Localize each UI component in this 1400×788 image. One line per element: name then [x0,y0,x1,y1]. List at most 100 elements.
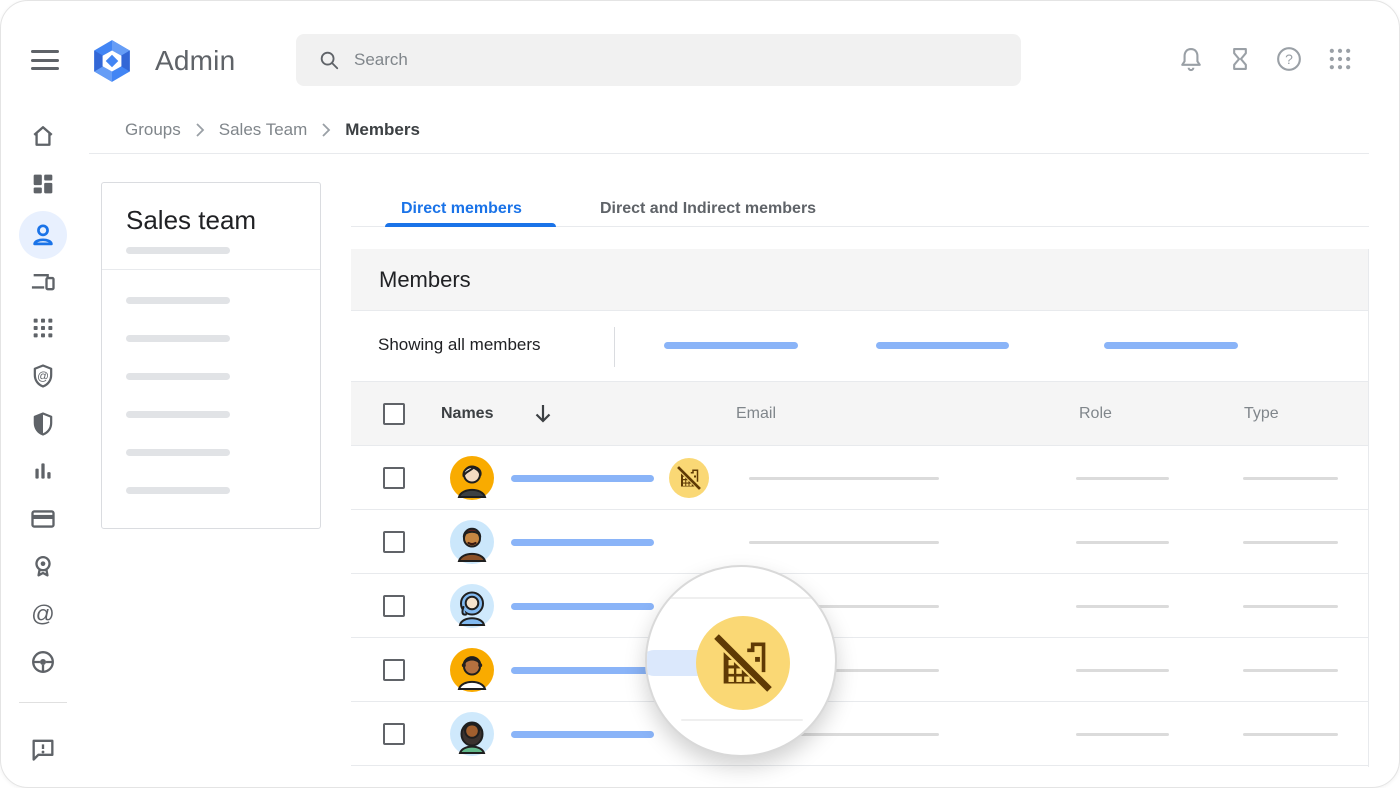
tab-direct-and-indirect-members[interactable]: Direct and Indirect members [584,191,832,227]
column-header-names[interactable]: Names [441,405,493,423]
search-placeholder: Search [354,50,408,70]
role-skeleton [1076,669,1169,672]
row-checkbox[interactable] [383,659,405,681]
name-skeleton [511,731,654,738]
type-skeleton [1243,733,1338,736]
sidebar-item-apps-icon[interactable] [29,314,57,342]
sidebar-item-badges-icon[interactable] [29,552,57,580]
search-icon [318,49,340,71]
showing-all-members-label: Showing all members [378,335,541,355]
apps-grid-icon[interactable] [1326,45,1354,73]
filter-chip-skeleton[interactable] [876,342,1009,349]
external-member-badge-magnified [696,616,790,710]
filter-chip-skeleton[interactable] [664,342,798,349]
notifications-bell-icon[interactable] [1177,45,1205,73]
email-skeleton [749,477,939,480]
breadcrumb-sales-team[interactable]: Sales Team [219,120,308,140]
column-header-email[interactable]: Email [736,405,776,423]
avatar-man-dark-hair [450,648,494,692]
select-all-checkbox[interactable] [383,403,405,425]
avatar-woman-dark-hair [450,712,494,756]
members-filter-row: Showing all members [351,311,1369,381]
divider [102,269,320,270]
sidebar-item-domains-icon[interactable]: @ [29,600,57,628]
breadcrumb: Groups Sales Team Members [125,117,420,143]
tab-direct-members[interactable]: Direct members [385,191,538,227]
sort-descending-icon[interactable] [531,401,555,427]
app-title: Admin [155,45,235,77]
skeleton-line [126,449,230,456]
members-section-header: Members [351,249,1369,311]
row-checkbox[interactable] [383,531,405,553]
type-skeleton [1243,541,1338,544]
help-icon[interactable]: ? [1275,45,1303,73]
menu-icon[interactable] [31,50,59,72]
email-skeleton [749,541,939,544]
name-skeleton [511,539,654,546]
skeleton-line [126,487,230,494]
type-skeleton [1243,477,1338,480]
row-checkbox[interactable] [383,723,405,745]
name-skeleton [511,667,654,674]
group-title: Sales team [126,205,256,236]
chevron-right-icon [195,122,205,138]
name-skeleton [511,603,654,610]
breadcrumb-members: Members [345,120,420,140]
skeleton-line [126,373,230,380]
sidebar-item-reporting-icon[interactable] [29,457,57,485]
table-header: Names Email Role Type [351,381,1369,446]
row-checkbox[interactable] [383,467,405,489]
svg-text:@: @ [37,370,49,383]
tab-label: Direct and Indirect members [600,200,816,218]
breadcrumb-groups[interactable]: Groups [125,120,181,140]
column-header-role[interactable]: Role [1079,405,1112,423]
sidebar-item-feedback-icon[interactable] [29,735,57,763]
magnified-row-border [665,597,817,599]
magnifier-lens [645,565,837,757]
search-input[interactable]: Search [296,34,1021,86]
skeleton-line [126,297,230,304]
members-title: Members [379,267,471,293]
sidebar-item-policy-icon[interactable]: @ [29,362,57,390]
row-checkbox[interactable] [383,595,405,617]
sidebar-item-home-icon[interactable] [29,122,57,150]
column-header-type[interactable]: Type [1244,405,1279,423]
divider [19,702,67,703]
chevron-right-icon [321,122,331,138]
pending-tasks-hourglass-icon[interactable] [1226,45,1254,73]
divider [89,153,1369,154]
divider [1368,249,1369,767]
sidebar-item-directory-icon[interactable] [29,221,57,249]
role-skeleton [1076,541,1169,544]
table-row[interactable] [351,574,1369,638]
filter-chip-skeleton[interactable] [1104,342,1238,349]
name-skeleton [511,475,654,482]
table-row[interactable] [351,702,1369,766]
type-skeleton [1243,669,1338,672]
sidebar-item-dashboard-icon[interactable] [29,170,57,198]
sidebar-item-billing-icon[interactable] [29,505,57,533]
members-table-body [351,446,1369,766]
table-row[interactable] [351,638,1369,702]
domain-disabled-icon [714,634,772,692]
avatar-man-red-hair [450,520,494,564]
skeleton-line [126,335,230,342]
admin-console-window: Admin Search ? Groups Sales Team Members [0,0,1400,788]
sidebar-item-devices-icon[interactable] [29,267,57,295]
table-row[interactable] [351,510,1369,574]
domain-disabled-icon [677,466,701,490]
admin-logo-icon [89,38,135,84]
role-skeleton [1076,477,1169,480]
svg-text:@: @ [31,601,55,627]
role-skeleton [1076,733,1169,736]
table-row[interactable] [351,446,1369,510]
type-skeleton [1243,605,1338,608]
skeleton-line [126,411,230,418]
svg-text:?: ? [1285,51,1293,67]
skeleton-line [126,247,230,254]
active-tab-indicator [385,223,556,227]
divider [614,327,615,367]
sidebar-item-security-icon[interactable] [29,410,57,438]
sidebar-item-rules-icon[interactable] [29,648,57,676]
role-skeleton [1076,605,1169,608]
